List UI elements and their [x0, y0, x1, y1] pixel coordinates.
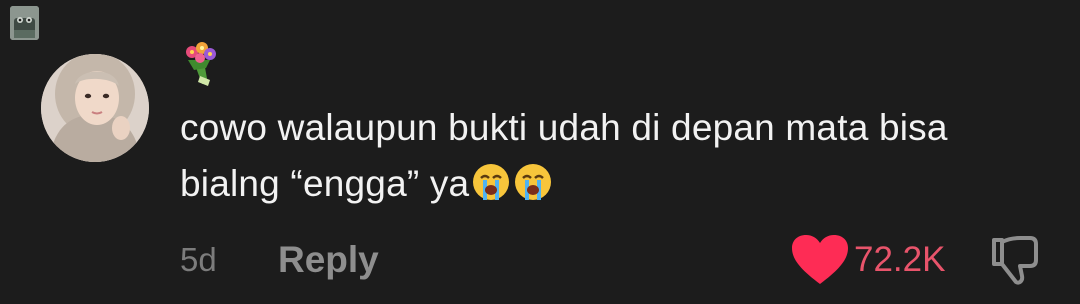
comment-text-line-2-text: bialng “engga” ya [180, 163, 470, 204]
dislike-icon[interactable] [988, 234, 1042, 286]
comment-timestamp: 5d [180, 241, 217, 278]
previous-commenter-avatar[interactable] [10, 6, 39, 40]
like-button[interactable]: 72.2K [790, 232, 945, 288]
comment-text-line-1: cowo walaupun bukti udah di depan mata b… [180, 107, 948, 148]
comment-meta-row: 5d Reply [180, 232, 379, 288]
loudly-crying-face-icon [513, 162, 553, 202]
like-count: 72.2K [854, 240, 946, 279]
heart-icon[interactable] [790, 234, 850, 286]
loudly-crying-face-icon [471, 162, 511, 202]
comment-body: cowo walaupun bukti udah di depan mata b… [180, 100, 1040, 212]
bouquet-icon [180, 40, 222, 88]
comment-screen: cowo walaupun bukti udah di depan mata b… [0, 0, 1080, 304]
commenter-avatar[interactable] [41, 54, 149, 162]
reply-button[interactable]: Reply [278, 239, 379, 281]
comment-text-line-2: bialng “engga” ya [180, 156, 1040, 212]
